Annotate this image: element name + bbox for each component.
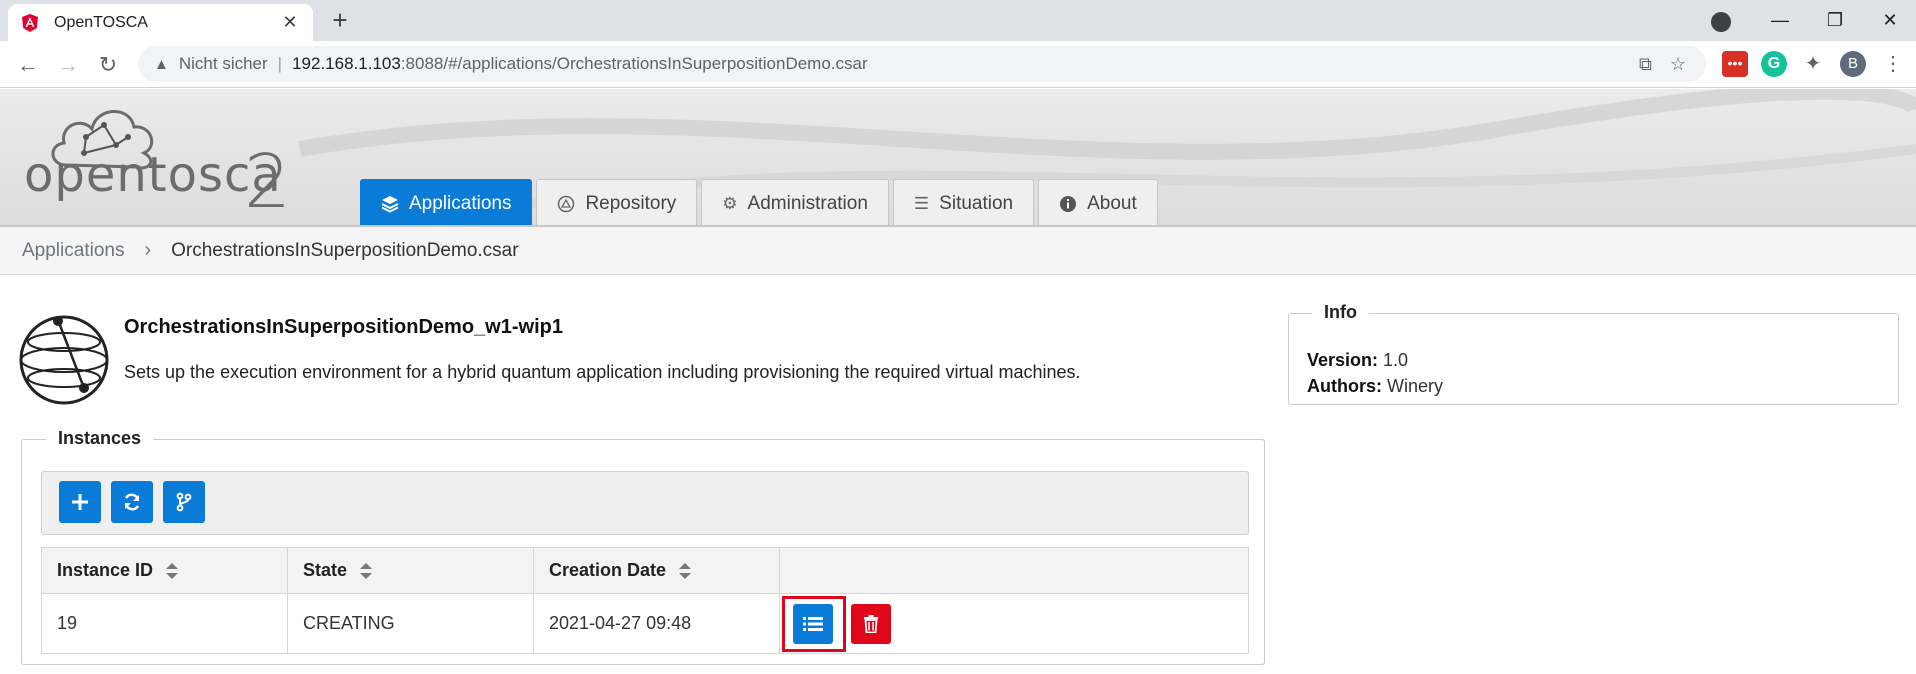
instances-toolbar: [41, 471, 1249, 535]
info-icon: [1060, 195, 1077, 212]
nav-tab-about[interactable]: About: [1038, 179, 1158, 225]
address-bar[interactable]: ▲ Nicht sicher | 192.168.1.103:8088/#/ap…: [138, 46, 1706, 82]
instances-legend: Instances: [46, 428, 154, 449]
plus-icon: [72, 494, 88, 510]
authors-value: Winery: [1387, 376, 1444, 396]
table-row[interactable]: 19 CREATING 2021-04-27 09:48: [41, 593, 1249, 654]
tab-search-icon[interactable]: [1711, 12, 1731, 32]
nav-tab-label: Administration: [747, 192, 868, 214]
breadcrumb-current: OrchestrationsInSuperpositionDemo.csar: [171, 239, 519, 261]
nav-tab-label: Situation: [939, 192, 1014, 214]
trash-icon: [864, 615, 878, 633]
browser-tabstrip: OpenTOSCA ✕ + — ❐ ✕: [0, 0, 1916, 41]
list-icon: [803, 617, 823, 631]
column-header-creation-date[interactable]: Creation Date: [533, 547, 780, 594]
nav-tab-label: About: [1087, 192, 1137, 214]
browser-tab[interactable]: OpenTOSCA ✕: [8, 4, 313, 41]
refresh-button[interactable]: [111, 481, 153, 523]
column-header-instance-id[interactable]: Instance ID: [41, 547, 288, 594]
cell-actions: [779, 593, 1249, 654]
back-icon[interactable]: ←: [14, 51, 42, 79]
nav-tab-administration[interactable]: ⚙ Administration: [701, 179, 889, 225]
gears-icon: ⚙: [722, 193, 738, 213]
nav-tab-label: Applications: [409, 192, 512, 214]
column-header-label: Creation Date: [549, 560, 667, 580]
workflow-button[interactable]: [163, 481, 205, 523]
address-divider: |: [277, 54, 283, 73]
extensions-puzzle-icon[interactable]: ✦: [1800, 51, 1826, 77]
logo-number: 2: [244, 139, 292, 225]
application-title: OrchestrationsInSuperpositionDemo_w1-wip…: [124, 316, 563, 338]
profile-avatar[interactable]: B: [1840, 51, 1866, 77]
app-header: opentosca 2 Applications Repository ⚙ Ad…: [0, 89, 1916, 227]
table-header-row: Instance ID State Creation Date: [41, 547, 1249, 594]
column-header-label: Instance ID: [57, 560, 154, 580]
sort-icon: [166, 563, 179, 580]
application-description: Sets up the execution environment for a …: [124, 362, 1081, 382]
reload-icon[interactable]: ↻: [94, 51, 122, 79]
new-tab-icon[interactable]: +: [325, 6, 355, 36]
layers-icon: [381, 195, 399, 213]
warning-icon: ▲: [154, 55, 169, 73]
column-header-label: State: [303, 560, 348, 580]
main-nav: Applications Repository ⚙ Administration…: [360, 179, 1158, 225]
not-secure-label: Nicht sicher: [178, 54, 268, 73]
close-tab-icon[interactable]: ✕: [279, 12, 301, 33]
browser-tab-title: OpenTOSCA: [54, 13, 148, 31]
delete-instance-button[interactable]: [851, 604, 891, 644]
authors-line: Authors: Winery: [1307, 376, 1443, 397]
instances-panel: Instances Instance ID State Creation Dat…: [21, 428, 1265, 665]
browser-toolbar: ← → ↻ ▲ Nicht sicher | 192.168.1.103:808…: [0, 41, 1916, 88]
column-header-state[interactable]: State: [287, 547, 534, 594]
version-line: Version: 1.0: [1307, 350, 1408, 371]
application-globe-icon: [19, 315, 109, 405]
translate-icon[interactable]: ⧉: [1639, 54, 1652, 75]
code-branch-icon: [176, 492, 192, 512]
minimize-icon[interactable]: —: [1760, 4, 1800, 36]
nav-tab-label: Repository: [585, 192, 677, 214]
breadcrumb-applications-link[interactable]: Applications: [22, 240, 124, 262]
column-header-actions: [779, 547, 1249, 594]
window-close-icon[interactable]: ✕: [1870, 4, 1910, 36]
nav-tab-situation[interactable]: ☰ Situation: [892, 179, 1035, 225]
restore-icon[interactable]: ❐: [1815, 4, 1855, 36]
checklist-icon: ☰: [913, 193, 930, 213]
forward-icon[interactable]: →: [54, 51, 82, 79]
info-legend: Info: [1312, 302, 1369, 323]
instances-table: Instance ID State Creation Date 19 CREAT…: [41, 547, 1249, 654]
breadcrumb: Applications › OrchestrationsInSuperposi…: [0, 227, 1916, 275]
url-host: 192.168.1.103: [292, 54, 401, 73]
info-panel: Info Version: 1.0 Authors: Winery: [1288, 302, 1899, 405]
repository-icon: [558, 195, 575, 212]
authors-label: Authors:: [1307, 376, 1382, 396]
cell-state: CREATING: [287, 593, 534, 654]
browser-menu-icon[interactable]: ⋮: [1880, 51, 1906, 77]
chevron-right-icon: ›: [144, 239, 152, 261]
sort-icon: [679, 563, 692, 580]
url-path: :8088/#/applications/OrchestrationsInSup…: [400, 54, 868, 73]
add-instance-button[interactable]: [59, 481, 101, 523]
version-label: Version:: [1307, 350, 1379, 370]
bookmark-star-icon[interactable]: ☆: [1670, 54, 1686, 75]
instance-details-button[interactable]: [793, 604, 833, 644]
sort-icon: [360, 563, 373, 580]
cell-creation-date: 2021-04-27 09:48: [533, 593, 780, 654]
refresh-icon: [124, 493, 140, 511]
cell-instance-id: 19: [41, 593, 288, 654]
angular-favicon-icon: [22, 13, 38, 32]
nav-tab-applications[interactable]: Applications: [360, 179, 533, 225]
extension-lastpass-icon[interactable]: •••: [1722, 51, 1748, 77]
extension-grammarly-icon[interactable]: G: [1761, 51, 1787, 77]
version-value: 1.0: [1383, 350, 1409, 370]
nav-tab-repository[interactable]: Repository: [536, 179, 698, 225]
